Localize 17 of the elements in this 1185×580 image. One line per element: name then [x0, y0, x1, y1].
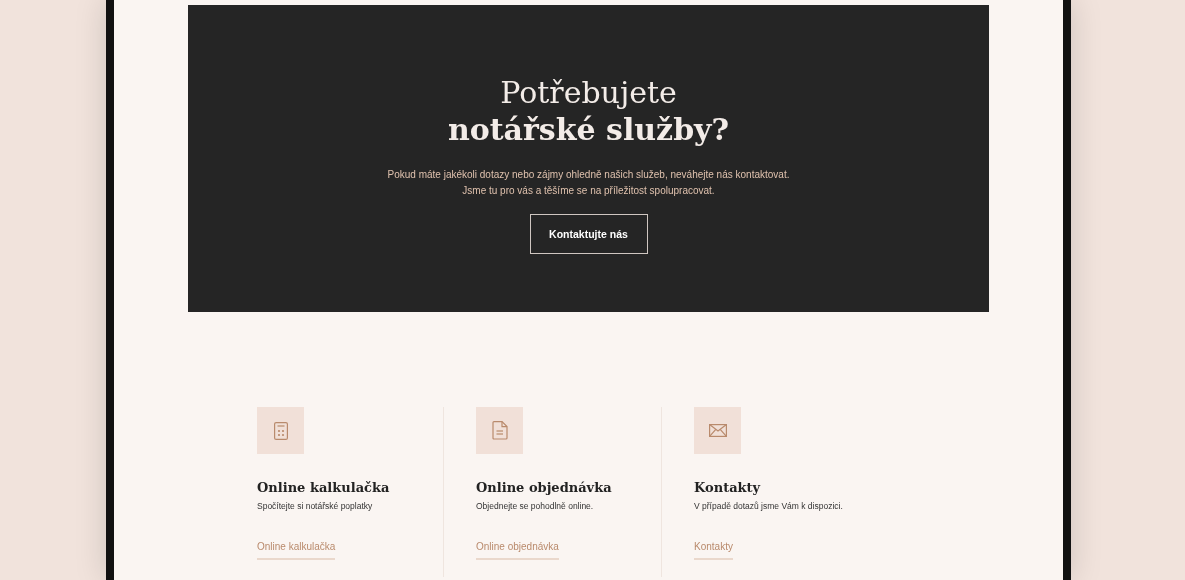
contact-button[interactable]: Kontaktujte nás: [529, 214, 648, 254]
card-link[interactable]: Kontakty: [694, 541, 733, 560]
document-icon: [491, 421, 508, 440]
card-text: V případě dotazů jsme Vám k dispozici.: [694, 501, 843, 511]
banner-title: notářské služby?: [447, 111, 730, 149]
banner-title: Potřebujete: [500, 75, 677, 111]
envelope-icon: [708, 424, 727, 437]
card-text: Objednejte se pohodlně online.: [476, 501, 594, 511]
banner-text: Pokud máte jakékoli dotazy nebo zájmy ohledně našich služeb, neváhejte nás kontaktovat.: [387, 168, 790, 182]
card-link[interactable]: Online objednávka: [476, 541, 559, 560]
card-title: Online objednávka: [476, 480, 612, 495]
banner-text: Jsme tu pro vás a těšíme se na příležitost spolupracovat.: [461, 184, 716, 198]
card-title: Online kalkulačka: [257, 480, 390, 495]
calculator-icon: [273, 421, 288, 440]
card-text: Spočítejte si notářské poplatky: [257, 501, 373, 511]
card-title: Kontakty: [694, 480, 761, 495]
card-link[interactable]: Online kalkulačka: [257, 541, 336, 560]
